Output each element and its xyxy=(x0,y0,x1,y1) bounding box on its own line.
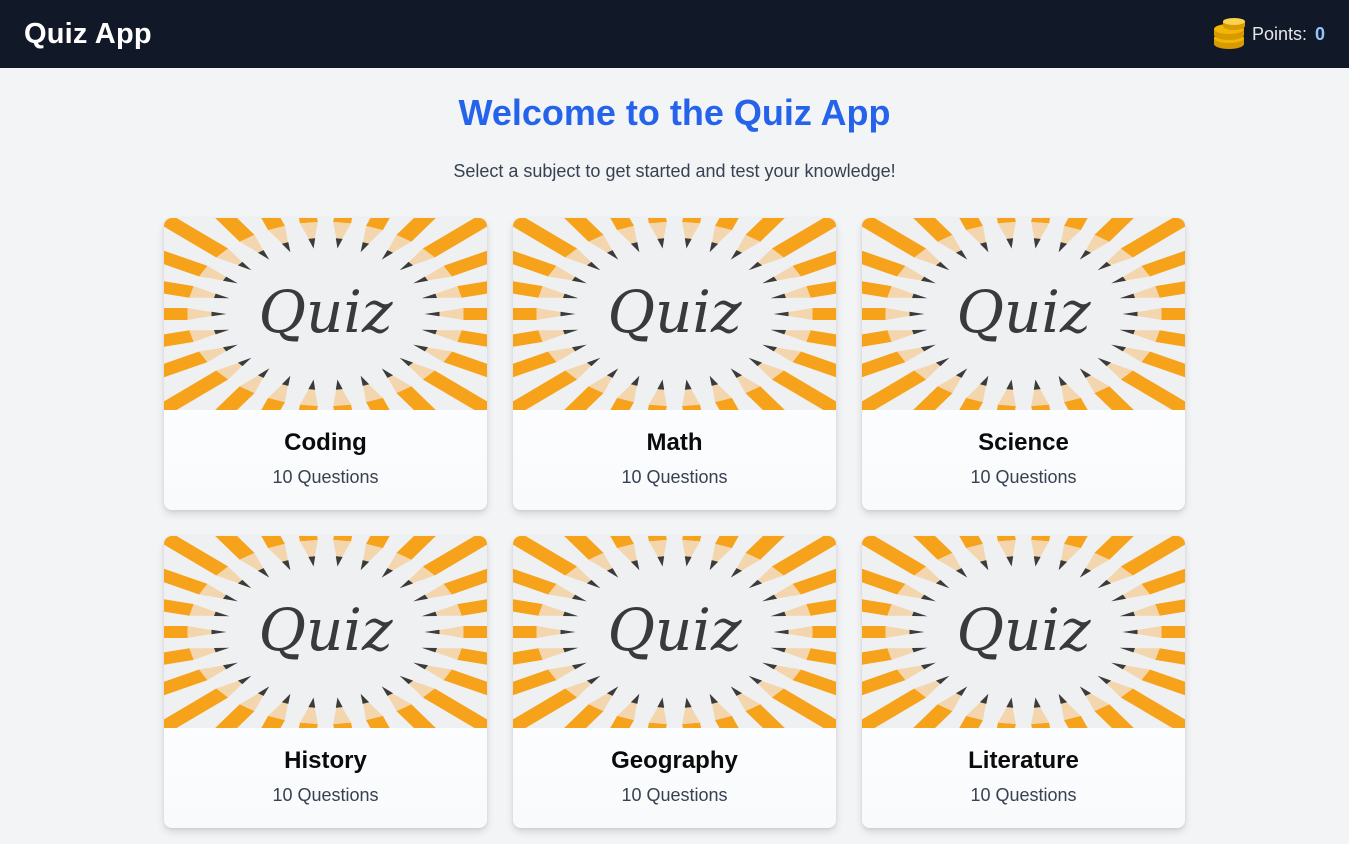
quiz-banner-text: Quiz xyxy=(258,596,392,664)
quiz-banner-text: Quiz xyxy=(607,278,741,346)
subject-card-science[interactable]: Quiz Science 10 Questions xyxy=(862,218,1185,510)
quiz-banner-text: Quiz xyxy=(956,596,1090,664)
quiz-banner-image: Quiz xyxy=(862,218,1185,410)
subject-card-geography[interactable]: Quiz Geography 10 Questions xyxy=(513,536,836,828)
subject-card-literature[interactable]: Quiz Literature 10 Questions xyxy=(862,536,1185,828)
subject-grid: Quiz Coding 10 Questions Quiz Math 10 Qu… xyxy=(164,218,1185,828)
quiz-banner-image: Quiz xyxy=(164,218,487,410)
quiz-banner-text: Quiz xyxy=(956,278,1090,346)
question-count: 10 Questions xyxy=(970,785,1077,805)
question-count: 10 Questions xyxy=(621,785,728,805)
subject-title: Geography xyxy=(611,747,738,774)
subject-card-coding[interactable]: Quiz Coding 10 Questions xyxy=(164,218,487,510)
points-value: 0 xyxy=(1314,23,1325,44)
question-count: 10 Questions xyxy=(272,785,379,805)
subject-title: Math xyxy=(646,429,703,456)
subject-title: Coding xyxy=(284,429,367,456)
quiz-banner-image: Quiz xyxy=(513,218,836,410)
subject-card-math[interactable]: Quiz Math 10 Questions xyxy=(513,218,836,510)
quiz-banner-image: Quiz xyxy=(164,536,487,728)
page-title: Welcome to the Quiz App xyxy=(458,92,891,133)
page-subtitle: Select a subject to get started and test… xyxy=(453,161,896,181)
quiz-banner-text: Quiz xyxy=(258,278,392,346)
quiz-banner-image: Quiz xyxy=(862,536,1185,728)
main-content: Welcome to the Quiz App Select a subject… xyxy=(0,92,1349,828)
quiz-banner-image: Quiz xyxy=(513,536,836,728)
top-navbar: Quiz App Points: 0 xyxy=(0,0,1349,68)
app-brand[interactable]: Quiz App xyxy=(24,18,152,51)
points-display: Points: 0 xyxy=(1212,18,1325,50)
points-label: Points: xyxy=(1251,23,1307,44)
subject-title: Literature xyxy=(968,747,1079,774)
question-count: 10 Questions xyxy=(272,467,379,487)
subject-card-history[interactable]: Quiz History 10 Questions xyxy=(164,536,487,828)
subject-title: History xyxy=(284,747,367,774)
coins-icon xyxy=(1212,18,1246,50)
quiz-banner-text: Quiz xyxy=(607,596,741,664)
subject-title: Science xyxy=(978,429,1069,456)
question-count: 10 Questions xyxy=(970,467,1077,487)
question-count: 10 Questions xyxy=(621,467,728,487)
